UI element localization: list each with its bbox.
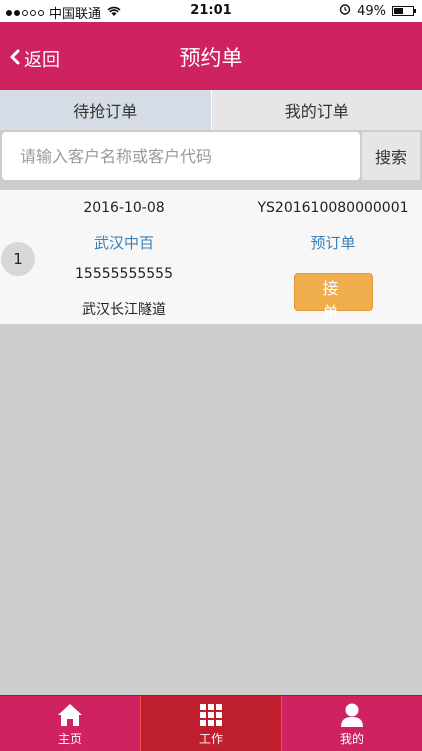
- order-number: YS201610080000001: [240, 200, 422, 216]
- status-right: 49%: [339, 3, 414, 19]
- order-card: 1 2016-10-08 武汉中百 15555555555 武汉长江隧道 YS2…: [0, 190, 422, 324]
- tabbar-label-home: 主页: [58, 730, 82, 747]
- tab-bar: 待抢订单 我的订单: [0, 90, 422, 130]
- tabbar-item-work[interactable]: 工作: [140, 696, 282, 751]
- tabbar-label-mine: 我的: [340, 730, 364, 747]
- order-type: 预订单: [263, 232, 403, 253]
- grid-icon: [198, 702, 224, 728]
- tabbar-label-work: 工作: [199, 730, 223, 747]
- search-input[interactable]: [2, 132, 360, 180]
- search-row: 搜索: [0, 130, 422, 182]
- tabbar-item-mine[interactable]: 我的: [282, 696, 422, 751]
- bottom-tabbar: 主页 工作 我的: [0, 695, 422, 751]
- alarm-icon: [339, 3, 351, 19]
- customer-name-link[interactable]: 武汉中百: [54, 232, 194, 253]
- search-button[interactable]: 搜索: [362, 132, 420, 180]
- order-index-badge: 1: [1, 242, 35, 276]
- order-date: 2016-10-08: [54, 200, 194, 216]
- nav-bar: 返回 预约单: [0, 22, 422, 90]
- tab-pending-orders[interactable]: 待抢订单: [0, 90, 212, 130]
- accept-order-button[interactable]: 接 单: [294, 273, 373, 311]
- tabbar-item-home[interactable]: 主页: [0, 696, 140, 751]
- status-bar: 中国联通 21:01 49%: [0, 0, 422, 22]
- battery-percent: 49%: [357, 4, 386, 19]
- tab-my-orders[interactable]: 我的订单: [212, 90, 422, 130]
- battery-icon: [392, 6, 414, 16]
- customer-address: 武汉长江隧道: [54, 299, 194, 319]
- user-icon: [339, 702, 365, 728]
- home-icon: [57, 702, 83, 728]
- page-title: 预约单: [0, 42, 422, 72]
- customer-phone: 15555555555: [54, 266, 194, 282]
